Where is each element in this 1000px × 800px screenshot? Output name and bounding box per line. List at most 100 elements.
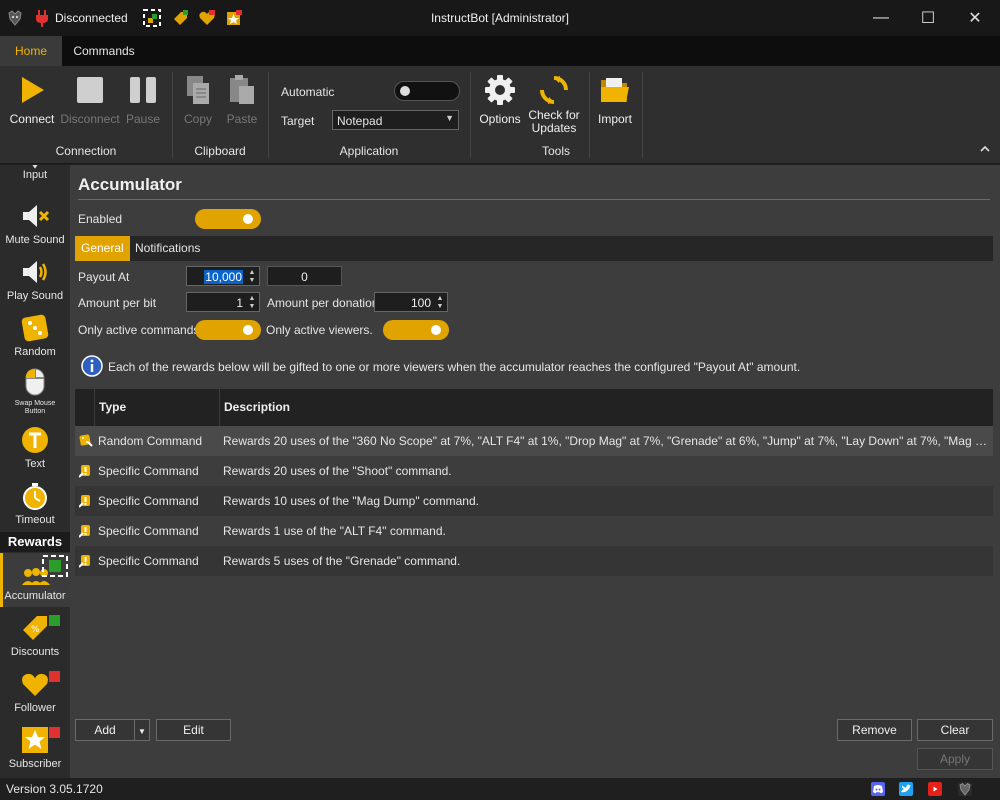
edit-button[interactable]: Edit [156,719,231,741]
timer-icon [23,483,47,510]
tab-general[interactable]: General [75,236,130,261]
column-header-type[interactable]: Type [94,389,219,426]
table-row[interactable]: Specific Command Rewards 5 uses of the "… [75,546,993,576]
add-button[interactable]: Add [75,719,135,741]
nav-item-mute-sound[interactable]: Mute Sound [0,201,70,246]
text-icon [22,427,48,453]
nav-item-play-sound[interactable]: Play Sound [0,257,70,302]
spin-down-icon[interactable]: ▼ [247,302,257,311]
copy-icon [187,76,209,104]
nav-item-random[interactable]: Random [0,313,70,358]
discord-icon[interactable] [871,782,885,796]
nav-item-input[interactable]: Input [0,165,70,191]
column-header-description[interactable]: Description [219,389,993,426]
amount-per-donation-input[interactable]: 100 ▲ ▼ [374,292,448,312]
toggle-knob [243,214,253,224]
stop-icon [77,77,103,103]
row-description: Rewards 5 uses of the "Grenade" command. [223,554,461,568]
table-row[interactable]: Random Command Rewards 20 uses of the "3… [75,426,993,456]
row-description: Rewards 1 use of the "ALT F4" command. [223,524,446,538]
amount-per-donation-label: Amount per donation [267,296,379,310]
nav-item-timeout[interactable]: Timeout [0,481,70,526]
nav-item-swap-mouse-button[interactable]: Swap Mouse Button [0,367,70,416]
play-icon [22,77,44,103]
nav-item-follower[interactable]: Follower [0,669,70,714]
star-icon [22,727,48,753]
enabled-toggle[interactable] [195,209,261,229]
only-active-viewers-toggle[interactable] [383,320,449,340]
random-command-icon [79,434,93,447]
minimize-button[interactable]: — [858,0,904,36]
window-title: InstructBot [Administrator] [430,11,570,25]
close-button[interactable]: ✕ [952,0,998,36]
inactive-badge [49,727,60,738]
nav-item-discounts[interactable]: % Discounts [0,613,70,658]
ribbon-separator [642,72,643,158]
table-row[interactable]: Specific Command Rewards 10 uses of the … [75,486,993,516]
target-select[interactable]: Notepad ▼ [332,110,459,130]
discount-tag-icon: % [23,616,47,640]
collapse-ribbon-chevron-up-icon[interactable] [979,143,991,155]
row-type: Specific Command [98,464,199,478]
info-message: Each of the rewards below will be gifted… [108,360,801,374]
amount-per-bit-value: 1 [236,296,243,310]
only-active-commands-toggle[interactable] [195,320,261,340]
row-type: Random Command [98,434,203,448]
specific-command-icon [79,495,90,508]
group-label-connection: Connection [55,144,117,158]
mouse-icon [25,368,45,396]
info-icon [81,355,103,377]
copy-button[interactable]: Copy [178,74,218,126]
spin-down-icon[interactable]: ▼ [435,302,445,311]
specific-command-icon [79,555,90,568]
heart-icon [22,673,48,696]
specific-command-icon [79,465,90,478]
gear-icon [485,75,515,105]
row-type: Specific Command [98,554,199,568]
refresh-icon [540,76,568,104]
table-row[interactable]: Specific Command Rewards 20 uses of the … [75,456,993,486]
enabled-label: Enabled [78,212,123,226]
amount-per-bit-input[interactable]: 1 ▲ ▼ [186,292,260,312]
nav-section-rewards: Rewards [0,532,70,552]
ribbon-separator [589,72,590,158]
payout-at-input[interactable]: 10,000 ▲ ▼ [186,266,260,286]
tab-commands[interactable]: Commands [68,36,140,66]
main-panel: Accumulator Enabled General Notification… [70,165,1000,778]
disconnect-button[interactable]: Disconnect [60,74,120,126]
row-description: Rewards 20 uses of the "Shoot" command. [223,464,452,478]
app-logo-small-icon[interactable] [958,782,972,796]
pause-button[interactable]: Pause [122,74,164,126]
ribbon: Connect Disconnect Pause Connection Copy… [0,66,1000,164]
options-button[interactable]: Options [478,74,522,126]
connect-button[interactable]: Connect [8,74,56,126]
maximize-button[interactable]: ☐ [905,0,951,36]
nav-item-subscriber[interactable]: Subscriber [0,725,70,770]
row-type: Specific Command [98,494,199,508]
check-updates-button[interactable]: Check for Updates [526,74,582,135]
table-row[interactable]: Specific Command Rewards 1 use of the "A… [75,516,993,546]
chevron-down-icon: ▼ [445,113,454,123]
apply-button[interactable]: Apply [917,748,993,770]
spin-down-icon[interactable]: ▼ [247,276,257,285]
paste-button[interactable]: Paste [222,74,262,126]
nav-item-text[interactable]: Text [0,425,70,470]
remove-button[interactable]: Remove [837,719,912,741]
paste-icon [230,75,254,104]
clear-button[interactable]: Clear [917,719,993,741]
tab-home[interactable]: Home [0,36,62,66]
import-button[interactable]: Import [594,74,636,126]
automatic-toggle[interactable] [394,81,460,101]
svg-text:%: % [31,625,40,635]
nav-item-accumulator[interactable]: Accumulator [0,553,70,607]
group-label-clipboard: Clipboard [194,144,246,158]
settings-tab-bar: General Notifications [75,236,993,261]
target-label: Target [281,114,315,128]
youtube-icon[interactable] [928,782,942,796]
target-select-value: Notepad [337,114,383,128]
only-active-commands-label: Only active commands. [78,323,203,337]
twitter-icon[interactable] [899,782,913,796]
tab-notifications[interactable]: Notifications [129,236,206,261]
toggle-knob [243,325,253,335]
add-dropdown-button[interactable]: ▼ [134,719,150,741]
